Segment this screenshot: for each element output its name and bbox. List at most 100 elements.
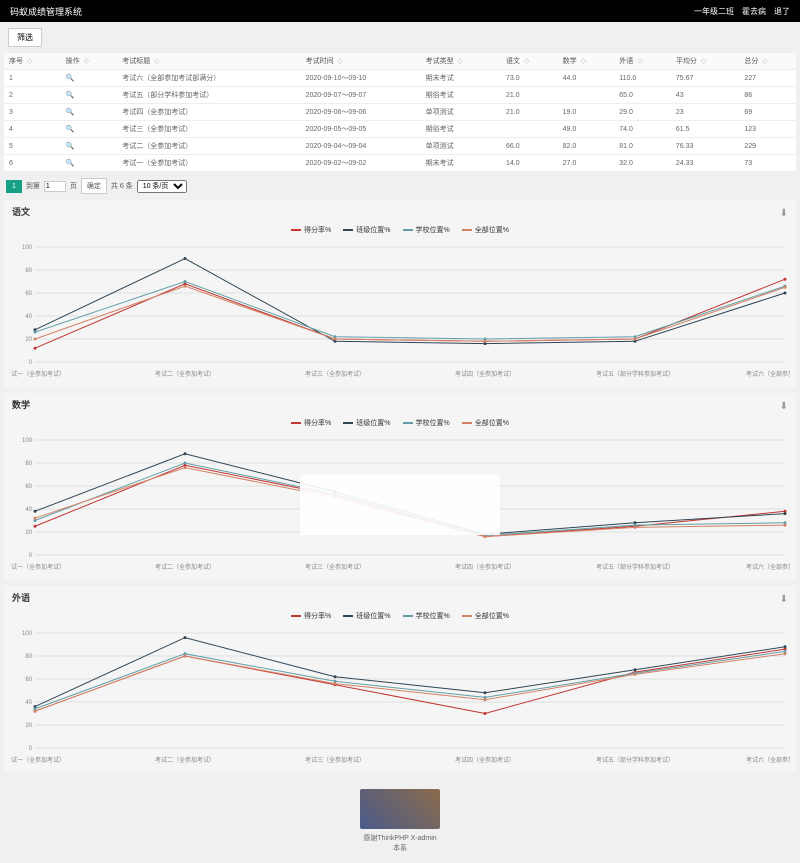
page-1-button[interactable]: 1 xyxy=(6,180,22,193)
pagination: 1 到第 页 确定 共 6 条 10 条/页 xyxy=(6,178,794,194)
svg-text:80: 80 xyxy=(25,654,32,660)
sort-icon[interactable]: ◇ xyxy=(637,58,642,65)
chart-legend: 得分率% 班级位置% 学校位置% 全部位置% xyxy=(4,416,796,430)
column-header[interactable]: 考试标题 ◇ xyxy=(117,53,300,70)
svg-text:考试六（全部参加考试部满分: 考试六（全部参加考试部满分 xyxy=(746,563,790,571)
svg-text:100: 100 xyxy=(22,438,33,444)
legend-item[interactable]: 全部位置% xyxy=(462,611,509,621)
chart-语文: 语文 ⬇ 得分率%班级位置%学校位置%全部位置% 020406080100考试一… xyxy=(4,200,796,387)
chart-title: 外语 xyxy=(4,586,796,609)
legend-item[interactable]: 全部位置% xyxy=(462,225,509,235)
svg-text:20: 20 xyxy=(25,337,32,343)
sort-icon[interactable]: ◇ xyxy=(84,58,89,65)
footer-line1: 感谢ThinkPHP X-admin xyxy=(0,833,800,843)
topbar: 码蚁成绩管理系统 一年级二班 霍去病 退了 xyxy=(0,0,800,22)
footer: 感谢ThinkPHP X-admin 本系 xyxy=(0,779,800,863)
sort-icon[interactable]: ◇ xyxy=(338,58,343,65)
view-icon[interactable]: 🔍 xyxy=(66,109,75,116)
sort-icon[interactable]: ◇ xyxy=(762,58,767,65)
view-icon[interactable]: 🔍 xyxy=(66,75,75,82)
column-header[interactable]: 考试时间 ◇ xyxy=(301,53,421,70)
legend-item[interactable]: 得分率% xyxy=(291,611,331,621)
svg-text:0: 0 xyxy=(29,553,33,559)
sort-icon[interactable]: ◇ xyxy=(524,58,529,65)
app-title: 码蚁成绩管理系统 xyxy=(10,5,82,18)
svg-text:考试三（全参加考试）: 考试三（全参加考试） xyxy=(305,563,365,571)
svg-text:0: 0 xyxy=(29,746,33,752)
svg-text:考试二（全参加考试）: 考试二（全参加考试） xyxy=(155,563,215,571)
svg-text:40: 40 xyxy=(25,314,32,320)
legend-item[interactable]: 学校位置% xyxy=(403,225,450,235)
legend-item[interactable]: 学校位置% xyxy=(403,418,450,428)
column-header[interactable]: 序号 ◇ xyxy=(4,53,61,70)
column-header[interactable]: 平均分 ◇ xyxy=(671,53,739,70)
sort-icon[interactable]: ◇ xyxy=(27,58,32,65)
svg-text:考试五（部分学科参加考试）: 考试五（部分学科参加考试） xyxy=(596,370,674,378)
chart-title: 语文 xyxy=(4,200,796,223)
total-label: 共 6 条 xyxy=(111,181,133,191)
class-link[interactable]: 一年级二班 xyxy=(694,6,734,17)
svg-text:考试六（全部参加考试部满分: 考试六（全部参加考试部满分 xyxy=(746,756,790,764)
svg-text:40: 40 xyxy=(25,507,32,513)
footer-line2: 本系 xyxy=(0,843,800,853)
view-icon[interactable]: 🔍 xyxy=(66,143,75,150)
column-header[interactable]: 考试类型 ◇ xyxy=(421,53,501,70)
footer-image xyxy=(360,789,440,829)
column-header[interactable]: 语文 ◇ xyxy=(501,53,558,70)
download-icon[interactable]: ⬇ xyxy=(780,594,788,605)
legend-item[interactable]: 全部位置% xyxy=(462,418,509,428)
page-input[interactable] xyxy=(44,181,66,192)
chart-数学: 数学 ⬇ 得分率%班级位置%学校位置%全部位置% 020406080100考试一… xyxy=(4,393,796,580)
legend-item[interactable]: 班级位置% xyxy=(343,611,390,621)
chart-legend: 得分率% 班级位置% 学校位置% 全部位置% xyxy=(4,609,796,623)
goto-label: 到第 xyxy=(26,181,40,191)
view-icon[interactable]: 🔍 xyxy=(66,92,75,99)
legend-item[interactable]: 班级位置% xyxy=(343,418,390,428)
svg-text:考试一（全参加考试）: 考试一（全参加考试） xyxy=(10,756,65,764)
column-header[interactable]: 外语 ◇ xyxy=(614,53,671,70)
view-icon[interactable]: 🔍 xyxy=(66,126,75,133)
sort-icon[interactable]: ◇ xyxy=(581,58,586,65)
column-header[interactable]: 总分 ◇ xyxy=(739,53,796,70)
confirm-button[interactable]: 确定 xyxy=(81,178,107,194)
filter-button[interactable]: 筛选 xyxy=(8,28,42,47)
svg-text:60: 60 xyxy=(25,291,32,297)
table-row: 4 🔍 考试三（全参加考试） 2020-09-05～09-05 期俗考试 49.… xyxy=(4,121,796,138)
legend-item[interactable]: 得分率% xyxy=(291,418,331,428)
column-header[interactable]: 数学 ◇ xyxy=(558,53,615,70)
watermark xyxy=(300,475,500,535)
chart-body: 020406080100考试一（全参加考试）考试二（全参加考试）考试三（全参加考… xyxy=(4,623,796,773)
student-link[interactable]: 霍去病 xyxy=(742,6,766,17)
svg-text:80: 80 xyxy=(25,268,32,274)
svg-text:考试二（全参加考试）: 考试二（全参加考试） xyxy=(155,756,215,764)
svg-text:60: 60 xyxy=(25,677,32,683)
chart-legend: 得分率% 班级位置% 学校位置% 全部位置% xyxy=(4,223,796,237)
download-icon[interactable]: ⬇ xyxy=(780,208,788,219)
download-icon[interactable]: ⬇ xyxy=(780,401,788,412)
page-unit: 页 xyxy=(70,181,77,191)
sort-icon[interactable]: ◇ xyxy=(154,58,159,65)
legend-item[interactable]: 学校位置% xyxy=(403,611,450,621)
legend-item[interactable]: 得分率% xyxy=(291,225,331,235)
svg-text:40: 40 xyxy=(25,700,32,706)
sort-icon[interactable]: ◇ xyxy=(458,58,463,65)
table-row: 3 🔍 考试四（全参加考试） 2020-09-06～09-06 单项测试 21.… xyxy=(4,104,796,121)
chart-title: 数学 xyxy=(4,393,796,416)
svg-text:100: 100 xyxy=(22,631,33,637)
topbar-right: 一年级二班 霍去病 退了 xyxy=(694,6,790,17)
logout-link[interactable]: 退了 xyxy=(774,6,790,17)
sort-icon[interactable]: ◇ xyxy=(701,58,706,65)
table-row: 2 🔍 考试五（部分学科参加考试） 2020-09-07～09-07 期俗考试 … xyxy=(4,87,796,104)
table-row: 5 🔍 考试二（全参加考试） 2020-09-04～09-04 单项测试 66.… xyxy=(4,138,796,155)
column-header[interactable]: 操作 ◇ xyxy=(61,53,118,70)
svg-text:0: 0 xyxy=(29,360,33,366)
view-icon[interactable]: 🔍 xyxy=(66,160,75,167)
legend-item[interactable]: 班级位置% xyxy=(343,225,390,235)
svg-text:考试五（部分学科参加考试）: 考试五（部分学科参加考试） xyxy=(596,756,674,764)
per-page-select[interactable]: 10 条/页 xyxy=(137,180,187,193)
svg-text:考试四（全参加考试）: 考试四（全参加考试） xyxy=(455,370,515,378)
svg-text:考试一（全参加考试）: 考试一（全参加考试） xyxy=(10,563,65,571)
svg-text:考试一（全参加考试）: 考试一（全参加考试） xyxy=(10,370,65,378)
chart-外语: 外语 ⬇ 得分率%班级位置%学校位置%全部位置% 020406080100考试一… xyxy=(4,586,796,773)
svg-text:考试五（部分学科参加考试）: 考试五（部分学科参加考试） xyxy=(596,563,674,571)
